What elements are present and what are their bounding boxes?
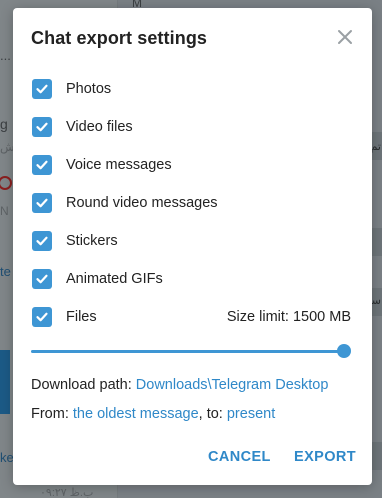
video-files-checkbox[interactable] (32, 117, 52, 137)
checkmark-icon (36, 236, 48, 246)
message-bubble (372, 442, 382, 470)
files-checkbox[interactable] (32, 307, 52, 327)
message-bubble (372, 228, 382, 256)
chat-list-fragment: te (0, 264, 11, 279)
size-limit-slider[interactable] (31, 344, 351, 358)
round-video-messages-checkbox[interactable] (32, 193, 52, 213)
download-path-label: Download path: (31, 377, 132, 393)
checkmark-icon (36, 160, 48, 170)
option-label: Photos (66, 81, 112, 97)
option-video-files[interactable]: Video files (32, 115, 352, 139)
download-path-link[interactable]: Downloads\Telegram Desktop (136, 377, 329, 393)
checkmark-icon (36, 84, 48, 94)
option-label: Files (66, 309, 97, 325)
checkmark-icon (36, 312, 48, 322)
voice-messages-checkbox[interactable] (32, 155, 52, 175)
photos-checkbox[interactable] (32, 79, 52, 99)
option-label: Round video messages (66, 195, 218, 211)
message-time: ۰۹:۲۷ ب.ظ (40, 487, 94, 498)
option-photos[interactable]: Photos (32, 77, 352, 101)
size-limit-label: Size limit: 1500 MB (226, 309, 351, 325)
blocked-icon (0, 176, 12, 190)
option-round-video-messages[interactable]: Round video messages (32, 191, 352, 215)
checkmark-icon (36, 198, 48, 208)
option-label: Stickers (66, 233, 118, 249)
dialog-title: Chat export settings (31, 28, 208, 48)
slider-handle[interactable] (337, 344, 351, 358)
chat-list-fragment: ke (0, 450, 14, 465)
to-label: , to: (198, 406, 223, 422)
close-button[interactable] (336, 28, 354, 46)
chat-export-dialog: Chat export settings Photos Video files … (13, 8, 372, 485)
slider-track (31, 350, 344, 353)
export-button[interactable]: EXPORT (294, 449, 356, 465)
stickers-checkbox[interactable] (32, 231, 52, 251)
animated-gifs-checkbox[interactable] (32, 269, 52, 289)
option-label: Voice messages (66, 157, 172, 173)
option-label: Animated GIFs (66, 271, 163, 287)
date-range-row: From: the oldest message, to: present (31, 406, 275, 422)
chat-list-fragment: N (0, 204, 9, 218)
option-animated-gifs[interactable]: Animated GIFs (32, 267, 352, 291)
download-path-row: Download path: Downloads\Telegram Deskto… (31, 377, 328, 393)
cancel-button[interactable]: CANCEL (208, 449, 271, 465)
option-label: Video files (66, 119, 133, 135)
checkmark-icon (36, 274, 48, 284)
close-icon (338, 30, 352, 44)
from-date-link[interactable]: the oldest message (73, 406, 199, 422)
from-label: From: (31, 406, 69, 422)
message-fragment: تم (370, 141, 381, 153)
chat-list-fragment: g (0, 116, 8, 132)
option-voice-messages[interactable]: Voice messages (32, 153, 352, 177)
chat-list-fragment: ... (0, 48, 11, 63)
selected-chat-highlight (0, 350, 10, 414)
checkmark-icon (36, 122, 48, 132)
to-date-link[interactable]: present (227, 406, 275, 422)
option-stickers[interactable]: Stickers (32, 229, 352, 253)
